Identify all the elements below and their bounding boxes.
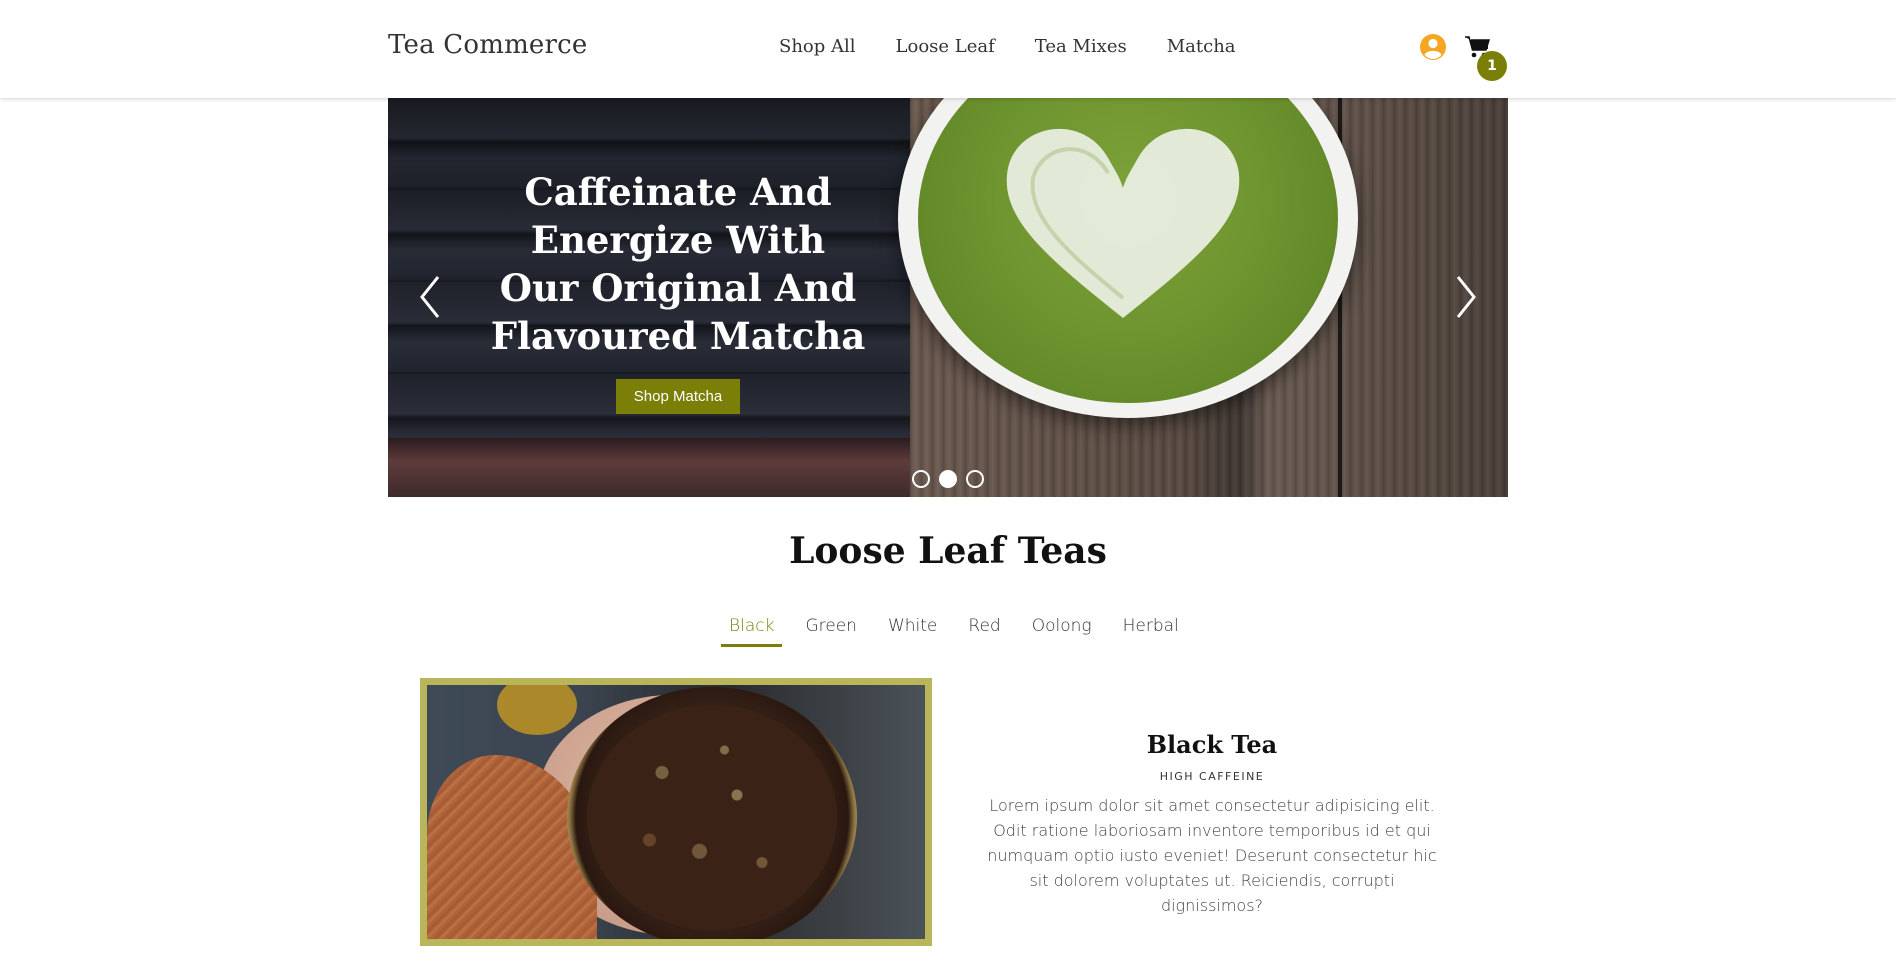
carousel-dot-3[interactable] xyxy=(966,470,984,488)
nav-matcha[interactable]: Matcha xyxy=(1167,36,1236,57)
carousel-indicators xyxy=(912,470,984,488)
main-nav: Shop All Loose Leaf Tea Mixes Matcha xyxy=(779,36,1236,57)
product-title: Black Tea xyxy=(1146,730,1278,759)
section-title: Loose Leaf Teas xyxy=(789,530,1107,572)
nav-loose-leaf[interactable]: Loose Leaf xyxy=(896,36,995,57)
nav-shop-all[interactable]: Shop All xyxy=(779,36,856,57)
latte-art-heart-image xyxy=(1006,128,1240,318)
tab-red[interactable]: Red xyxy=(960,616,1008,647)
background-blur-image xyxy=(497,685,577,735)
black-tea-image xyxy=(427,685,925,939)
hero-title: Caffeinate And Energize With Our Origina… xyxy=(490,170,866,358)
hero-carousel: Caffeinate And Energize With Our Origina… xyxy=(388,98,1508,497)
account-icon[interactable] xyxy=(1419,33,1447,61)
tab-oolong[interactable]: Oolong xyxy=(1024,616,1100,647)
brand-logo[interactable]: Tea Commerce xyxy=(388,30,588,60)
tab-white[interactable]: White xyxy=(880,616,945,647)
carousel-dot-1[interactable] xyxy=(912,470,930,488)
loose-tea-leaves-image xyxy=(587,705,837,930)
site-header: Tea Commerce Shop All Loose Leaf Tea Mix… xyxy=(0,0,1896,98)
nav-tea-mixes[interactable]: Tea Mixes xyxy=(1035,36,1127,57)
tab-herbal[interactable]: Herbal xyxy=(1115,616,1187,647)
carousel-prev-icon[interactable] xyxy=(414,273,448,321)
tea-category-tabs: Black Green White Red Oolong Herbal xyxy=(721,616,1202,647)
shop-matcha-button[interactable]: Shop Matcha xyxy=(616,379,740,414)
product-image-frame xyxy=(420,678,932,946)
product-subtitle: HIGH CAFFEINE xyxy=(1159,770,1265,783)
carousel-dot-2[interactable] xyxy=(939,470,957,488)
hero-background-plank xyxy=(388,438,910,497)
product-description: Lorem ipsum dolor sit amet consectetur a… xyxy=(987,796,1437,915)
carousel-next-icon[interactable] xyxy=(1448,273,1482,321)
tab-green[interactable]: Green xyxy=(797,616,864,647)
tab-black[interactable]: Black xyxy=(721,616,783,647)
cart-count-badge: 1 xyxy=(1477,51,1507,81)
